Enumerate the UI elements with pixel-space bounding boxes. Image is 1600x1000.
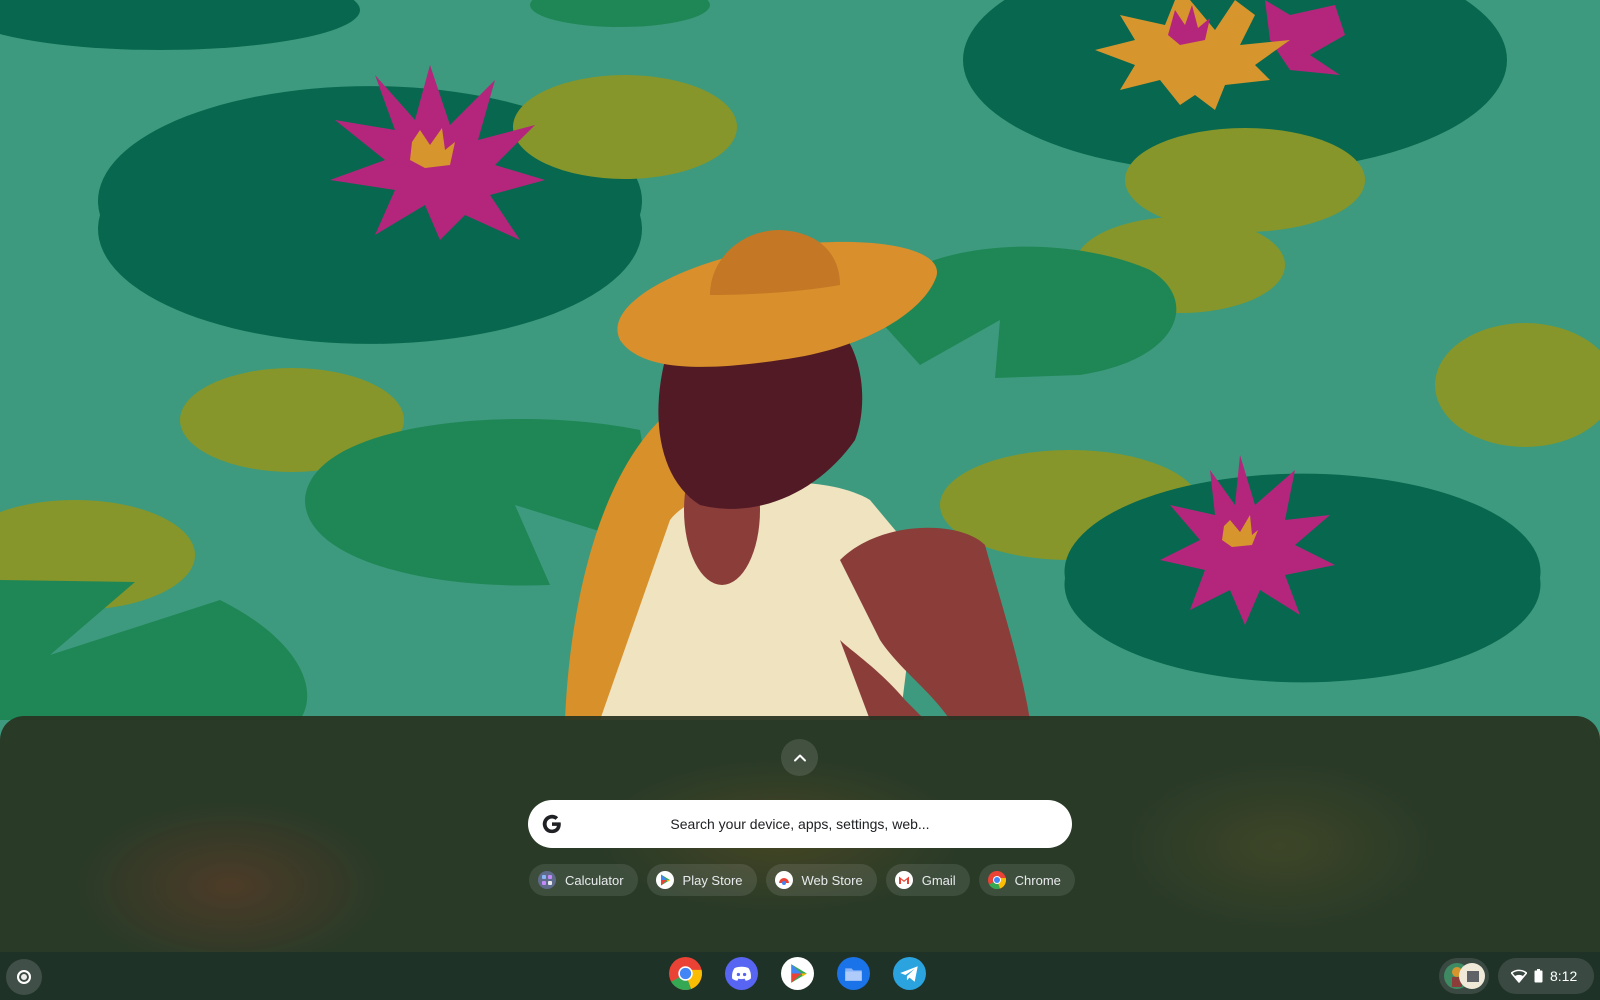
chip-label: Web Store xyxy=(801,872,863,888)
status-area[interactable]: 8:12 xyxy=(1498,958,1594,994)
battery-icon xyxy=(1534,969,1543,983)
launcher-button[interactable] xyxy=(6,959,42,995)
web-store-icon xyxy=(774,871,793,889)
holding-space-tray[interactable] xyxy=(1439,958,1489,994)
chip-calculator[interactable]: Calculator xyxy=(529,864,638,896)
chip-gmail[interactable]: Gmail xyxy=(885,864,970,896)
clock-time: 8:12 xyxy=(1550,968,1578,984)
chip-label: Calculator xyxy=(565,872,624,888)
expand-launcher-button[interactable] xyxy=(781,739,818,776)
holding-space-thumbnails-icon xyxy=(1444,963,1485,989)
launcher-search-box[interactable] xyxy=(528,800,1072,848)
chrome-icon[interactable] xyxy=(669,957,702,990)
launcher-circle-icon xyxy=(17,970,31,984)
play-store-icon[interactable] xyxy=(781,957,814,990)
chrome-icon xyxy=(987,871,1006,889)
play-store-icon xyxy=(655,871,674,889)
gmail-icon xyxy=(894,871,913,889)
google-g-icon xyxy=(542,814,561,834)
chip-web-store[interactable]: Web Store xyxy=(765,864,877,896)
chip-label: Play Store xyxy=(682,872,743,888)
wifi-icon xyxy=(1511,969,1527,983)
shelf-pinned-apps xyxy=(669,957,926,990)
calculator-icon xyxy=(538,871,556,889)
search-input[interactable] xyxy=(528,800,1072,848)
suggestion-chips: Calculator Play Store Web Store Gmail Ch… xyxy=(529,864,1075,896)
telegram-icon[interactable] xyxy=(893,957,926,990)
files-icon[interactable] xyxy=(837,957,870,990)
chip-chrome[interactable]: Chrome xyxy=(978,864,1075,896)
chip-label: Chrome xyxy=(1014,872,1061,888)
chip-label: Gmail xyxy=(921,872,956,888)
chip-play-store[interactable]: Play Store xyxy=(646,864,757,896)
chevron-up-icon xyxy=(793,754,806,761)
discord-icon[interactable] xyxy=(725,957,758,990)
